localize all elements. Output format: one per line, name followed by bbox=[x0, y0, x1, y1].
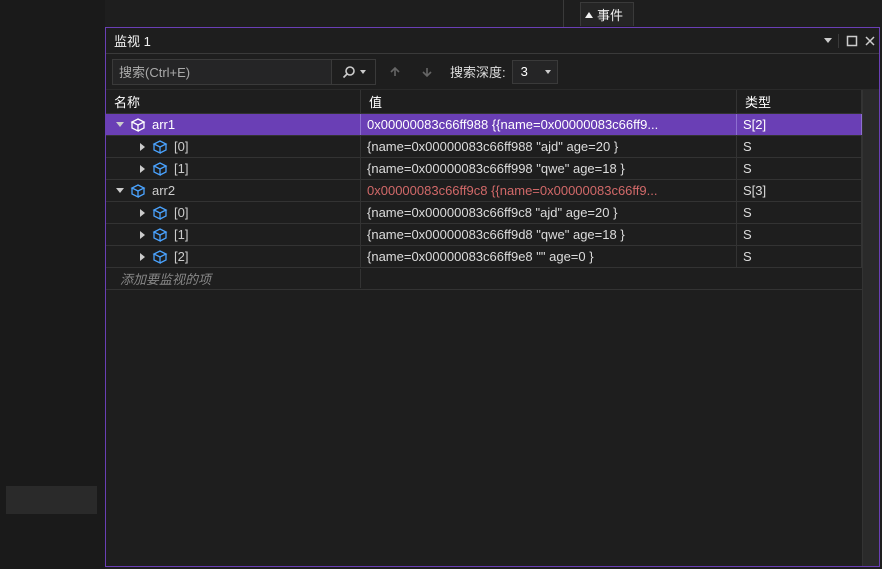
name-cell: [0] bbox=[106, 136, 361, 157]
table-row[interactable]: [1] {name=0x00000083c66ff998 "qwe" age=18… bbox=[106, 157, 862, 180]
search-depth-value: 3 bbox=[521, 64, 528, 79]
search-next-button[interactable] bbox=[414, 59, 440, 85]
value-cell: {name=0x00000083c66ff988 "ajd" age=20 } bbox=[361, 136, 737, 157]
object-icon bbox=[130, 117, 146, 133]
expand-icon[interactable] bbox=[136, 209, 148, 217]
search-depth-select[interactable]: 3 bbox=[512, 60, 558, 84]
add-watch-placeholder: 添加要监视的项 bbox=[106, 269, 211, 288]
row-name: [0] bbox=[172, 205, 188, 220]
object-icon bbox=[152, 227, 168, 243]
type-cell: S bbox=[737, 202, 862, 223]
expand-icon[interactable] bbox=[136, 143, 148, 151]
column-headers: 名称 值 类型 bbox=[106, 90, 862, 114]
search-depth-label: 搜索深度: bbox=[450, 62, 506, 81]
watch-panel: 监视 1 搜索(Ctrl+E) 搜索深度: 3 bbox=[105, 27, 880, 567]
name-cell: [1] bbox=[106, 158, 361, 179]
vertical-scrollbar[interactable] bbox=[862, 90, 879, 566]
tab-events[interactable]: 事件 bbox=[580, 2, 634, 26]
type-cell: S bbox=[737, 158, 862, 179]
panel-titlebar: 监视 1 bbox=[106, 28, 879, 54]
value-cell: 0x00000083c66ff988 {{name=0x00000083c66f… bbox=[361, 114, 737, 135]
name-cell: [0] bbox=[106, 202, 361, 223]
name-cell: [2] bbox=[106, 246, 361, 267]
arrow-up-icon bbox=[388, 65, 402, 79]
column-header-value[interactable]: 值 bbox=[361, 90, 737, 113]
divider bbox=[563, 0, 564, 30]
rows-container: arr1 0x00000083c66ff988 {{name=0x00000083… bbox=[106, 114, 862, 268]
expand-icon[interactable] bbox=[136, 165, 148, 173]
collapse-icon[interactable] bbox=[114, 188, 126, 193]
value-cell: {name=0x00000083c66ff998 "qwe" age=18 } bbox=[361, 158, 737, 179]
row-name: [1] bbox=[172, 227, 188, 242]
row-name: arr2 bbox=[150, 183, 175, 198]
divider bbox=[838, 34, 839, 48]
value-cell: 0x00000083c66ff9c8 {{name=0x00000083c66f… bbox=[361, 180, 737, 201]
add-watch-row[interactable]: 添加要监视的项 bbox=[106, 267, 862, 290]
column-header-type[interactable]: 类型 bbox=[737, 90, 862, 113]
chevron-down-icon bbox=[545, 70, 551, 74]
table-row[interactable]: arr2 0x00000083c66ff9c8 {{name=0x00000083… bbox=[106, 179, 862, 202]
panel-toolbar: 搜索(Ctrl+E) 搜索深度: 3 bbox=[106, 54, 879, 90]
watch-grid: 名称 值 类型 arr1 0x00000083c66ff988 {{name=0x… bbox=[106, 90, 862, 566]
search-input[interactable]: 搜索(Ctrl+E) bbox=[112, 59, 332, 85]
expand-icon[interactable] bbox=[136, 253, 148, 261]
table-row[interactable]: [2] {name=0x00000083c66ff9e8 "" age=0 }S bbox=[106, 245, 862, 268]
value-cell: {name=0x00000083c66ff9d8 "qwe" age=18 } bbox=[361, 224, 737, 245]
editor-background bbox=[0, 0, 105, 569]
value-cell: {name=0x00000083c66ff9e8 "" age=0 } bbox=[361, 246, 737, 267]
expand-up-icon bbox=[585, 12, 593, 18]
watch-grid-area: 名称 值 类型 arr1 0x00000083c66ff988 {{name=0x… bbox=[106, 90, 879, 566]
type-cell: S[3] bbox=[737, 180, 862, 201]
chevron-down-icon bbox=[360, 70, 366, 74]
name-cell: arr2 bbox=[106, 180, 361, 201]
search-prev-button[interactable] bbox=[382, 59, 408, 85]
window-options-dropdown-icon[interactable] bbox=[824, 38, 832, 43]
close-button[interactable] bbox=[861, 32, 879, 50]
object-icon bbox=[152, 139, 168, 155]
panel-title: 监视 1 bbox=[106, 31, 151, 50]
top-tab-strip: 事件 bbox=[105, 0, 882, 30]
object-icon bbox=[152, 205, 168, 221]
type-cell: S[2] bbox=[737, 114, 862, 135]
row-name: [0] bbox=[172, 139, 188, 154]
tab-events-label: 事件 bbox=[597, 5, 623, 24]
table-row[interactable]: [1] {name=0x00000083c66ff9d8 "qwe" age=18… bbox=[106, 223, 862, 246]
row-name: arr1 bbox=[150, 117, 175, 132]
value-cell: {name=0x00000083c66ff9c8 "ajd" age=20 } bbox=[361, 202, 737, 223]
expand-icon[interactable] bbox=[136, 231, 148, 239]
table-row[interactable]: [0] {name=0x00000083c66ff988 "ajd" age=20… bbox=[106, 135, 862, 158]
object-icon bbox=[152, 249, 168, 265]
collapse-icon[interactable] bbox=[114, 122, 126, 127]
arrow-down-icon bbox=[420, 65, 434, 79]
name-cell: arr1 bbox=[106, 114, 361, 135]
type-cell: S bbox=[737, 136, 862, 157]
search-options-button[interactable] bbox=[332, 59, 376, 85]
column-header-name[interactable]: 名称 bbox=[106, 90, 361, 113]
type-cell: S bbox=[737, 224, 862, 245]
row-name: [1] bbox=[172, 161, 188, 176]
name-cell: [1] bbox=[106, 224, 361, 245]
row-name: [2] bbox=[172, 249, 188, 264]
search-icon bbox=[342, 65, 356, 79]
table-row[interactable]: arr1 0x00000083c66ff988 {{name=0x00000083… bbox=[106, 113, 862, 136]
search-placeholder: 搜索(Ctrl+E) bbox=[119, 62, 190, 81]
maximize-button[interactable] bbox=[843, 32, 861, 50]
object-icon bbox=[152, 161, 168, 177]
object-icon bbox=[130, 183, 146, 199]
type-cell: S bbox=[737, 246, 862, 267]
table-row[interactable]: [0] {name=0x00000083c66ff9c8 "ajd" age=20… bbox=[106, 201, 862, 224]
